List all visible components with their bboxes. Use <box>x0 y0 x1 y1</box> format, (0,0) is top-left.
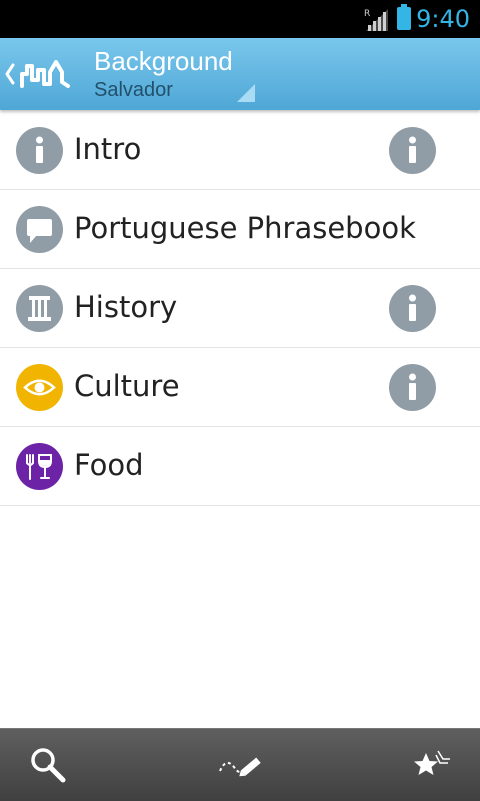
info-button[interactable] <box>389 364 436 411</box>
action-bar: Background Salvador <box>0 38 480 110</box>
status-bar: R 9:40 <box>0 0 480 38</box>
edit-route-button[interactable] <box>192 729 288 801</box>
list-item-intro[interactable]: Intro <box>0 111 480 190</box>
speech-bubble-icon <box>16 206 63 253</box>
search-button[interactable] <box>0 729 96 801</box>
info-button[interactable] <box>389 127 436 174</box>
info-button[interactable] <box>389 285 436 332</box>
back-chevron-icon <box>5 63 15 85</box>
list-item-label: Portuguese Phrasebook <box>74 211 416 245</box>
page-title: Background <box>94 46 233 76</box>
list-item-label: History <box>74 290 178 324</box>
pencil-trail-icon <box>219 757 261 777</box>
search-icon <box>31 748 66 783</box>
list-item-food[interactable]: Food <box>0 427 480 506</box>
spinner-triangle-icon[interactable] <box>237 84 255 102</box>
stars-icon <box>414 750 450 775</box>
list-item-history[interactable]: History <box>0 269 480 348</box>
signal-icon: R <box>364 9 388 31</box>
city-skyline-logo-icon <box>20 60 70 88</box>
eye-icon <box>16 364 63 411</box>
info-icon <box>16 127 63 174</box>
page-subtitle[interactable]: Salvador <box>94 78 173 102</box>
info-icon <box>409 373 416 400</box>
favorites-button[interactable] <box>384 729 480 801</box>
list-item-label: Culture <box>74 369 180 403</box>
list-item-label: Food <box>74 448 144 482</box>
list-item-portuguese-phrasebook[interactable]: Portuguese Phrasebook <box>0 190 480 269</box>
battery-icon <box>397 4 411 30</box>
list-item-label: Intro <box>74 132 142 166</box>
info-icon <box>409 136 416 163</box>
roaming-indicator: R <box>364 9 370 19</box>
up-navigation-button[interactable] <box>0 38 80 110</box>
status-time: 9:40 <box>416 5 470 33</box>
section-list: Intro Portuguese Phrasebook History Cult… <box>0 111 480 506</box>
bottom-action-bar <box>0 728 480 801</box>
fork-glass-icon <box>16 443 63 490</box>
info-icon <box>409 294 416 321</box>
list-item-culture[interactable]: Culture <box>0 348 480 427</box>
column-icon <box>16 285 63 332</box>
